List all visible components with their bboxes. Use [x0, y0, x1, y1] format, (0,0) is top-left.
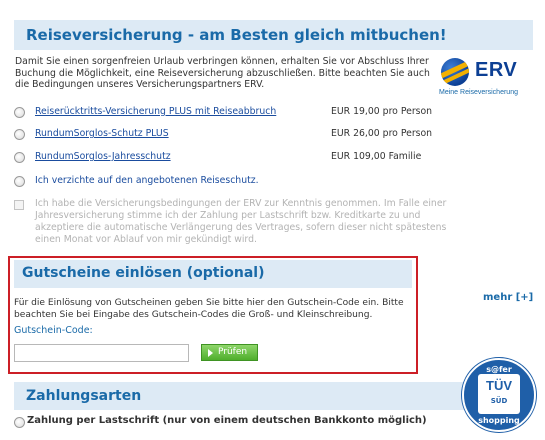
voucher-instructions: Für die Einlösung von Gutscheinen geben …: [14, 298, 404, 320]
insurance-option-2[interactable]: RundumSorglos-Schutz PLUS EUR 26,00 pro …: [14, 128, 534, 142]
voucher-header: Gutscheine einlösen (optional): [14, 260, 412, 288]
insurance-intro: Damit Sie einen sorgenfreien Urlaub verb…: [15, 56, 430, 90]
voucher-section: Gutscheine einlösen (optional) Für die E…: [8, 256, 418, 374]
tuv-safer-shopping-badge: s@fer TÜV SÜD shopping: [462, 358, 536, 432]
insurance-option-price: EUR 19,00 pro Person: [331, 106, 433, 117]
insurance-option-1[interactable]: Reiserücktritts-Versicherung PLUS mit Re…: [14, 106, 534, 120]
insurance-option-price: EUR 26,00 pro Person: [331, 128, 433, 139]
payment-option-label: Zahlung per Lastschrift (nur von einem d…: [27, 415, 427, 426]
badge-inner: TÜV SÜD: [478, 374, 520, 414]
check-voucher-button[interactable]: Prüfen: [201, 344, 258, 361]
voucher-code-label: Gutschein-Code:: [14, 325, 93, 336]
payment-header: Zahlungsarten: [14, 380, 533, 410]
insurance-option-price: EUR 109,00 Familie: [331, 151, 422, 162]
voucher-title: Gutscheine einlösen (optional): [22, 265, 265, 281]
badge-sub: SÜD: [490, 397, 508, 405]
badge-top-text: s@fer: [486, 365, 512, 374]
erv-logo: ERV Meine Reiseversicherung: [437, 56, 537, 102]
radio-icon[interactable]: [14, 417, 25, 428]
radio-icon[interactable]: [14, 129, 25, 140]
terms-checkbox[interactable]: [14, 200, 24, 210]
insurance-title: Reiseversicherung - am Besten gleich mit…: [26, 26, 447, 44]
erv-logo-tagline: Meine Reiseversicherung: [439, 89, 518, 96]
badge-mark: TÜV: [486, 378, 512, 393]
insurance-option-link[interactable]: RundumSorglos-Schutz PLUS: [35, 128, 169, 139]
erv-logo-word: ERV: [475, 59, 518, 81]
radio-icon[interactable]: [14, 107, 25, 118]
badge-bottom-text: shopping: [478, 416, 520, 425]
insurance-decline-option[interactable]: Ich verzichte auf den angebotenen Reises…: [14, 175, 534, 189]
more-link[interactable]: mehr [+]: [483, 292, 533, 303]
play-arrow-icon: [208, 349, 213, 357]
insurance-option-link[interactable]: RundumSorglos-Jahresschutz: [35, 151, 171, 162]
radio-icon[interactable]: [14, 152, 25, 163]
voucher-code-input[interactable]: [14, 344, 189, 362]
insurance-decline-label: Ich verzichte auf den angebotenen Reises…: [35, 175, 259, 186]
insurance-header: Reiseversicherung - am Besten gleich mit…: [14, 18, 533, 50]
radio-icon[interactable]: [14, 176, 25, 187]
insurance-option-3[interactable]: RundumSorglos-Jahresschutz EUR 109,00 Fa…: [14, 151, 534, 165]
globe-icon: [441, 58, 469, 86]
check-voucher-label: Prüfen: [218, 347, 248, 357]
payment-title: Zahlungsarten: [26, 388, 142, 404]
payment-option-direct-debit[interactable]: Zahlung per Lastschrift (nur von einem d…: [14, 415, 534, 429]
insurance-option-link[interactable]: Reiserücktritts-Versicherung PLUS mit Re…: [35, 106, 276, 117]
terms-text: Ich habe die Versicherungsbedingungen de…: [35, 198, 447, 245]
